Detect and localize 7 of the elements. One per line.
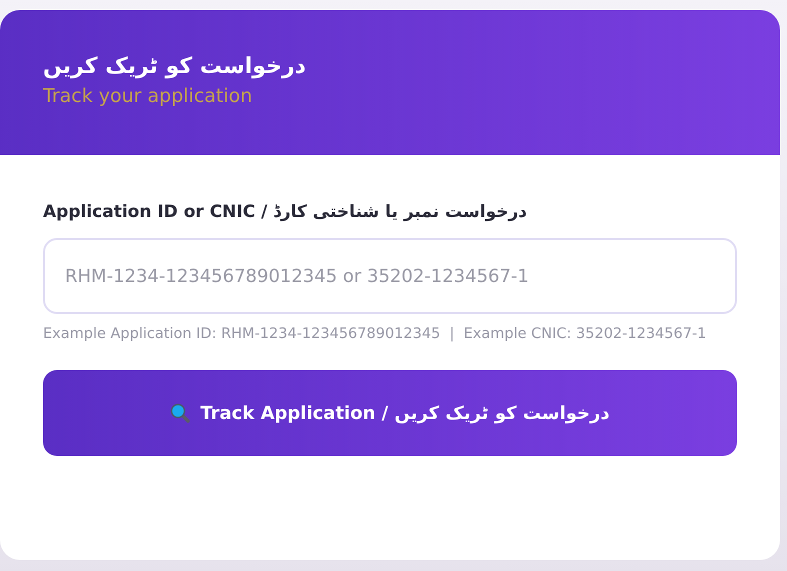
input-field[interactable]: RHM-1234-123456789012345 or 35202-1234567-1	[43, 238, 737, 314]
hint-text: Example Application ID: RHM-1234-123456789012345 | Example CNIC: 35202-1234567-1	[43, 325, 708, 344]
search-icon	[170, 403, 190, 423]
page-title: درخواست کو ٹریک کریں	[43, 53, 307, 81]
page-subtitle: Track your application	[43, 84, 254, 108]
field-label: Application ID or CNIC / درخواست نمبر یا شناختی کارڈ	[43, 201, 528, 224]
track-button[interactable]: Track Application / درخواست کو ٹریک کریں	[43, 370, 737, 456]
